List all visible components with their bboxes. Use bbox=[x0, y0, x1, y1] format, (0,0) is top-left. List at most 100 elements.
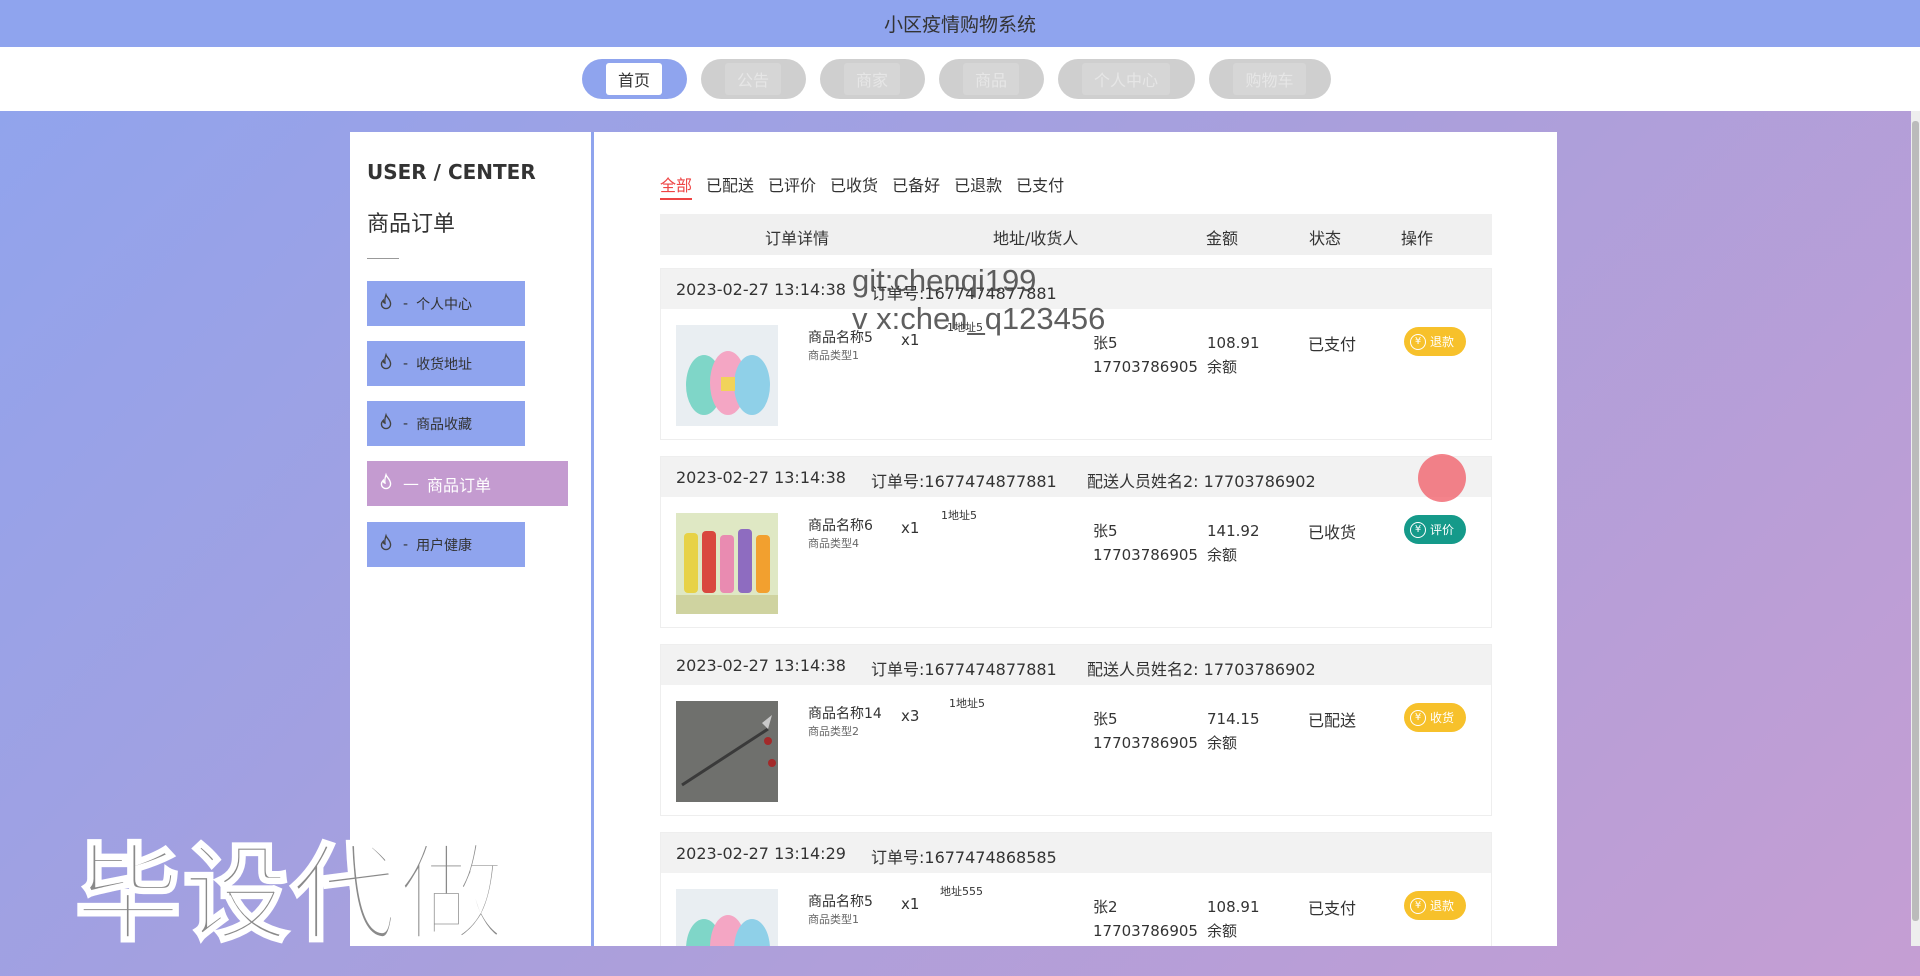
order-status: 已配送 bbox=[1308, 711, 1357, 730]
sidebar-item-label: 商品收藏 bbox=[416, 416, 473, 433]
order-status: 已支付 bbox=[1308, 899, 1357, 918]
sidebar-title: USER / CENTER bbox=[367, 160, 536, 184]
review-button[interactable]: ¥ 评价 bbox=[1404, 515, 1467, 544]
sidebar-dash: - bbox=[403, 295, 409, 312]
mouse-cursor-highlight bbox=[1418, 454, 1466, 502]
tab-all[interactable]: 全部 bbox=[660, 172, 693, 200]
yen-icon: ¥ bbox=[1410, 709, 1426, 726]
scrollbar-thumb[interactable] bbox=[1912, 121, 1919, 921]
header-action: 操作 bbox=[1401, 229, 1434, 248]
nav-cart[interactable]: 购物车 bbox=[1208, 59, 1331, 99]
tab-delivered[interactable]: 已配送 bbox=[706, 172, 754, 200]
order-number: 订单号:1677474877881 bbox=[871, 472, 1057, 491]
sidebar-item-label: 商品订单 bbox=[427, 475, 492, 495]
fire-icon bbox=[380, 472, 392, 489]
order-number: 订单号:1677474868585 bbox=[871, 848, 1057, 867]
product-image bbox=[676, 513, 778, 614]
order-amount: 714.15 余额 bbox=[1207, 707, 1260, 755]
receiver-phone: 17703786905 bbox=[1093, 358, 1198, 376]
action-label: 退款 bbox=[1430, 899, 1455, 913]
git-watermark: git:chenqi199 v x:chen_q123456 bbox=[852, 262, 1105, 338]
order-amount: 108.91 余额 bbox=[1207, 331, 1260, 379]
amount-value: 108.91 bbox=[1207, 334, 1260, 352]
git-watermark-line1: git:chenqi199 bbox=[852, 263, 1037, 298]
order-receiver: 张5 17703786905 bbox=[1093, 519, 1198, 567]
yen-icon: ¥ bbox=[1410, 333, 1426, 350]
sidebar-dash: - bbox=[403, 415, 409, 432]
order-content-panel: 全部 已配送 已评价 已收货 已备好 已退款 已支付 订单详情 地址/收货人 金… bbox=[591, 132, 1557, 946]
sidebar-item-health[interactable]: - 用户健康 bbox=[367, 522, 525, 567]
order-header: 2023-02-27 13:14:38 订单号:1677474877881 配送… bbox=[661, 645, 1491, 685]
refund-button[interactable]: ¥ 退款 bbox=[1404, 891, 1467, 920]
order-receiver: 张5 17703786905 bbox=[1093, 707, 1198, 755]
header-order-detail: 订单详情 bbox=[765, 229, 830, 248]
pay-method: 余额 bbox=[1207, 734, 1238, 752]
header-status: 状态 bbox=[1309, 229, 1342, 248]
sidebar-item-personal-center[interactable]: - 个人中心 bbox=[367, 281, 525, 326]
action-label: 退款 bbox=[1430, 335, 1455, 349]
nav-notice[interactable]: 公告 bbox=[700, 59, 806, 99]
sidebar-dash: - bbox=[403, 355, 409, 372]
nav-product[interactable]: 商品 bbox=[938, 59, 1044, 99]
page-scrollbar[interactable] bbox=[1911, 111, 1920, 946]
pay-method: 余额 bbox=[1207, 546, 1238, 564]
order-courier: 配送人员姓名2: 17703786902 bbox=[1087, 472, 1316, 491]
product-type: 商品类型1 bbox=[808, 913, 859, 926]
amount-value: 714.15 bbox=[1207, 710, 1260, 728]
order-address: 地址555 bbox=[940, 885, 983, 898]
order-address: 1地址5 bbox=[949, 697, 985, 710]
top-nav: 首页 公告 商家 商品 个人中心 购物车 bbox=[0, 47, 1920, 111]
fire-icon bbox=[380, 412, 392, 429]
order-header: 2023-02-27 13:14:29 订单号:1677474868585 bbox=[661, 833, 1491, 873]
receiver-phone: 17703786905 bbox=[1093, 734, 1198, 752]
order-amount: 108.91 余额 bbox=[1207, 895, 1260, 943]
sidebar-divider bbox=[367, 258, 399, 259]
sidebar-item-favorites[interactable]: - 商品收藏 bbox=[367, 401, 525, 446]
receiver-name: 张5 bbox=[1093, 710, 1118, 728]
tab-received[interactable]: 已收货 bbox=[830, 172, 878, 200]
yen-icon: ¥ bbox=[1410, 521, 1426, 538]
tab-reviewed[interactable]: 已评价 bbox=[768, 172, 816, 200]
product-type: 商品类型4 bbox=[808, 537, 859, 550]
nav-home[interactable]: 首页 bbox=[581, 59, 687, 99]
receiver-name: 张2 bbox=[1093, 898, 1118, 916]
product-qty: x1 bbox=[901, 895, 920, 913]
sidebar-subtitle: 商品订单 bbox=[367, 212, 456, 237]
amount-value: 108.91 bbox=[1207, 898, 1260, 916]
order-status: 已支付 bbox=[1308, 335, 1357, 354]
tab-paid[interactable]: 已支付 bbox=[1016, 172, 1064, 200]
action-label: 评价 bbox=[1430, 523, 1455, 537]
action-label: 收货 bbox=[1430, 711, 1455, 725]
nav-product-label: 商品 bbox=[962, 63, 1019, 95]
tab-prepared[interactable]: 已备好 bbox=[892, 172, 940, 200]
order-status: 已收货 bbox=[1308, 523, 1357, 542]
sidebar-item-address[interactable]: - 收货地址 bbox=[367, 341, 525, 386]
receive-button[interactable]: ¥ 收货 bbox=[1404, 703, 1467, 732]
fire-icon bbox=[380, 352, 392, 369]
refund-button[interactable]: ¥ 退款 bbox=[1404, 327, 1467, 356]
receiver-name: 张5 bbox=[1093, 522, 1118, 540]
header-amount: 金额 bbox=[1206, 229, 1239, 248]
fire-icon bbox=[380, 533, 392, 550]
promo-overlay-text: 毕设代做 bbox=[74, 832, 507, 958]
product-image bbox=[676, 325, 778, 426]
receiver-phone: 17703786905 bbox=[1093, 546, 1198, 564]
product-name: 商品名称6 bbox=[808, 518, 873, 534]
order-card: 2023-02-27 13:14:29 订单号:1677474868585 商品… bbox=[660, 832, 1492, 946]
sidebar-item-orders[interactable]: — 商品订单 bbox=[367, 461, 568, 506]
order-time: 2023-02-27 13:14:29 bbox=[676, 844, 846, 863]
order-receiver: 张5 17703786905 bbox=[1093, 331, 1198, 379]
sidebar-dash: — bbox=[403, 474, 419, 493]
yen-icon: ¥ bbox=[1410, 897, 1426, 914]
tab-refunded[interactable]: 已退款 bbox=[954, 172, 1002, 200]
nav-personal-center[interactable]: 个人中心 bbox=[1057, 59, 1195, 99]
product-qty: x1 bbox=[901, 519, 920, 537]
nav-notice-label: 公告 bbox=[724, 63, 781, 95]
pay-method: 余额 bbox=[1207, 358, 1238, 376]
order-time: 2023-02-27 13:14:38 bbox=[676, 280, 846, 299]
order-header: 2023-02-27 13:14:38 订单号:1677474877881 配送… bbox=[661, 457, 1491, 497]
nav-merchant[interactable]: 商家 bbox=[819, 59, 925, 99]
nav-home-label: 首页 bbox=[605, 63, 662, 95]
header-address: 地址/收货人 bbox=[993, 229, 1079, 248]
order-card: 2023-02-27 13:14:38 订单号:1677474877881 配送… bbox=[660, 456, 1492, 628]
